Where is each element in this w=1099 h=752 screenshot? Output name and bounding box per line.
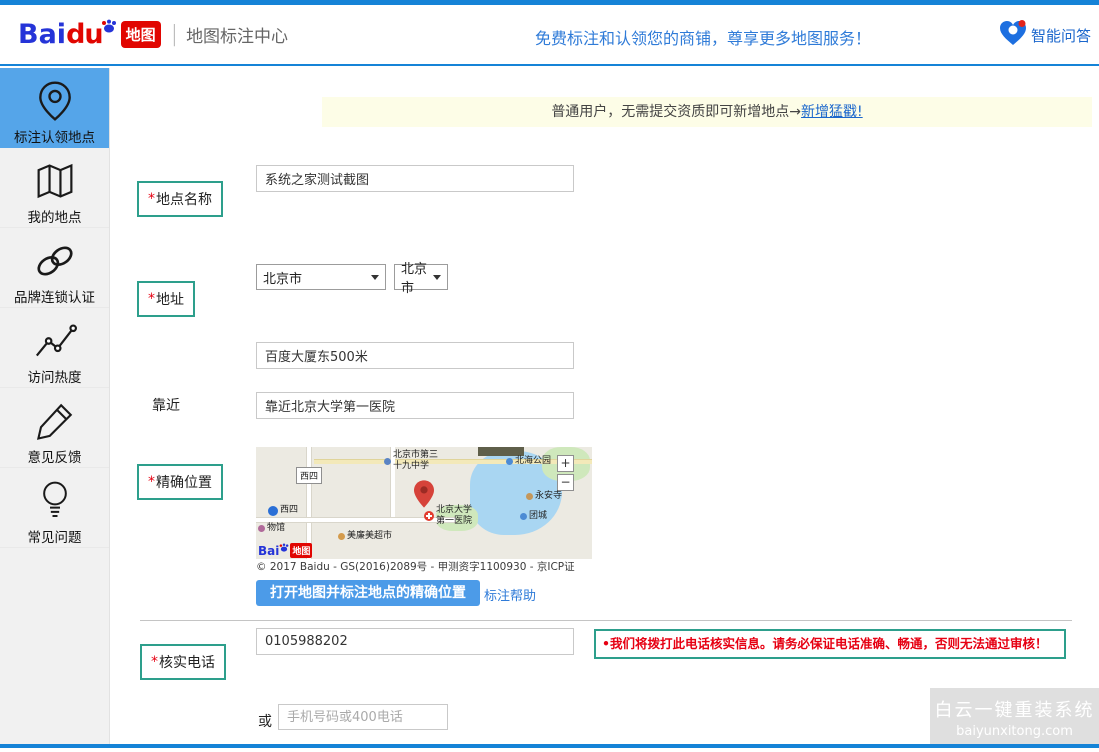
logo-text-bai: Bai [18,19,66,50]
place-name-label: 地点名称 [156,189,212,209]
notice-bar: 普通用户，无需提交资质即可新增地点→新增猛戳! [322,97,1092,127]
verify-phone-label-box: * 核实电话 [140,644,226,680]
shop-poi-icon [338,533,345,540]
verify-phone-input[interactable] [256,628,574,655]
alt-phone-input[interactable] [278,704,448,730]
sidebar-item-faq[interactable]: 常见问题 [0,468,109,548]
heart-qa-icon [998,19,1031,51]
sidebar-item-label: 标注认领地点 [0,126,109,146]
required-mark: * [148,191,155,207]
map-label-xisi-box: 西四 [296,467,322,484]
city-selected-value: 北京市 [401,258,427,296]
add-place-link[interactable]: 新增猛戳! [801,104,863,120]
watermark-url: baiyunxitong.com [930,724,1099,739]
near-input[interactable] [256,392,574,419]
map-label-xisi-metro: 西四 [268,505,298,516]
map-zoom-control: + − [557,455,574,493]
sidebar-item-label: 访问热度 [0,366,109,386]
line-chart-icon [0,318,109,364]
watermark: 白云一键重装系统 baiyunxitong.com [930,688,1099,746]
street-address-input[interactable] [256,342,574,369]
phone-warning-text: •我们将拨打此电话核实信息。请务必保证电话准确、畅通，否则无法通过审核！ [594,629,1066,659]
pencil-icon [0,398,109,444]
map-label-tuancheng: 团城 [520,511,547,522]
location-pin-icon [0,78,109,124]
page: Bai du 地图 | 地图标注中心 免费标注和认领您的商铺，尊享更多地图服务！… [0,0,1099,752]
museum-poi-icon [258,525,265,532]
map-copyright: © 2017 Baidu - GS(2016)2089号 - 甲测资字11009… [256,559,592,576]
lightbulb-icon [0,478,109,524]
watermark-title: 白云一键重装系统 [930,696,1099,722]
temple-poi-icon [526,493,533,500]
section-divider [140,620,1072,621]
sidebar-item-brand-chain[interactable]: 品牌连锁认证 [0,228,109,308]
baidu-map-logo[interactable]: Bai du 地图 | 地图标注中心 [18,19,288,50]
folded-map-icon [0,158,109,204]
sidebar-item-label: 常见问题 [0,526,109,546]
sidebar-item-label: 品牌连锁认证 [0,286,109,306]
zoom-in-button[interactable]: + [557,455,574,472]
near-label: 靠近 [152,395,180,415]
header-promo-text: 免费标注和认领您的商铺，尊享更多地图服务！ [535,25,871,49]
sidebar-item-feedback[interactable]: 意见反馈 [0,388,109,468]
logo-divider: | [171,22,178,47]
map-baidu-logo: Bai 地图 [258,543,312,558]
paw-icon [279,537,289,556]
zoom-out-button[interactable]: − [557,474,574,491]
hospital-cross-icon [424,511,434,521]
map-label-yongan-temple: 永安寺 [526,491,562,502]
smart-qa-link[interactable]: 智能问答 [998,19,1091,51]
address-label-box: * 地址 [137,281,195,317]
sidebar-item-my-places[interactable]: 我的地点 [0,148,109,228]
province-select[interactable]: 北京市 [256,264,386,290]
school-poi-icon [384,458,391,465]
map-label-beihai-park: 北海公园 [506,456,551,467]
address-label: 地址 [156,289,184,309]
notice-text: 普通用户，无需提交资质即可新增地点→ [551,104,801,120]
logo-text-du: du [66,19,103,50]
province-selected-value: 北京市 [263,268,302,287]
sidebar-item-annotate-claim[interactable]: 标注认领地点 [0,68,109,148]
header: Bai du 地图 | 地图标注中心 免费标注和认领您的商铺，尊享更多地图服务！… [0,5,1099,66]
metro-station-icon [268,506,278,516]
bottom-border [0,744,1099,748]
sidebar-item-label: 我的地点 [0,206,109,226]
site-title: 地图标注中心 [186,22,288,47]
city-select[interactable]: 北京市 [394,264,448,290]
map-badge: 地图 [121,21,161,48]
map-label-hospital: 北京大学第一医院 [424,505,472,527]
open-map-button[interactable]: 打开地图并标注地点的精确位置 [256,580,480,606]
required-mark: * [148,291,155,307]
chevron-down-icon [433,275,441,280]
sidebar-item-visit-heat[interactable]: 访问热度 [0,308,109,388]
sidebar-item-label: 意见反馈 [0,446,109,466]
precise-location-label-box: * 精确位置 [137,464,223,500]
map-street-label-shape [478,447,524,456]
park-poi-icon [506,458,513,465]
place-name-label-box: * 地点名称 [137,181,223,217]
chain-link-icon [0,238,109,284]
map-label-museum: 物馆 [258,523,285,534]
map-preview[interactable]: 西四 北京市第三十九中学 北海公园 + − 永安寺 团城 北京大学第一医院 [256,447,592,559]
required-mark: * [148,474,155,490]
map-label-supermarket: 美廉美超市 [338,531,392,542]
or-label: 或 [258,711,272,731]
annotation-help-link[interactable]: 标注帮助 [484,585,536,604]
poi-icon [520,513,527,520]
smart-qa-label: 智能问答 [1031,25,1091,46]
verify-phone-label: 核实电话 [159,652,215,672]
chevron-down-icon [371,275,379,280]
precise-location-label: 精确位置 [156,472,212,492]
map-label-school: 北京市第三十九中学 [384,450,438,472]
place-name-input[interactable] [256,165,574,192]
required-mark: * [151,654,158,670]
paw-icon [101,18,117,37]
sidebar: 标注认领地点 我的地点 品牌连锁认证 访问热度 意见反馈 [0,68,110,744]
